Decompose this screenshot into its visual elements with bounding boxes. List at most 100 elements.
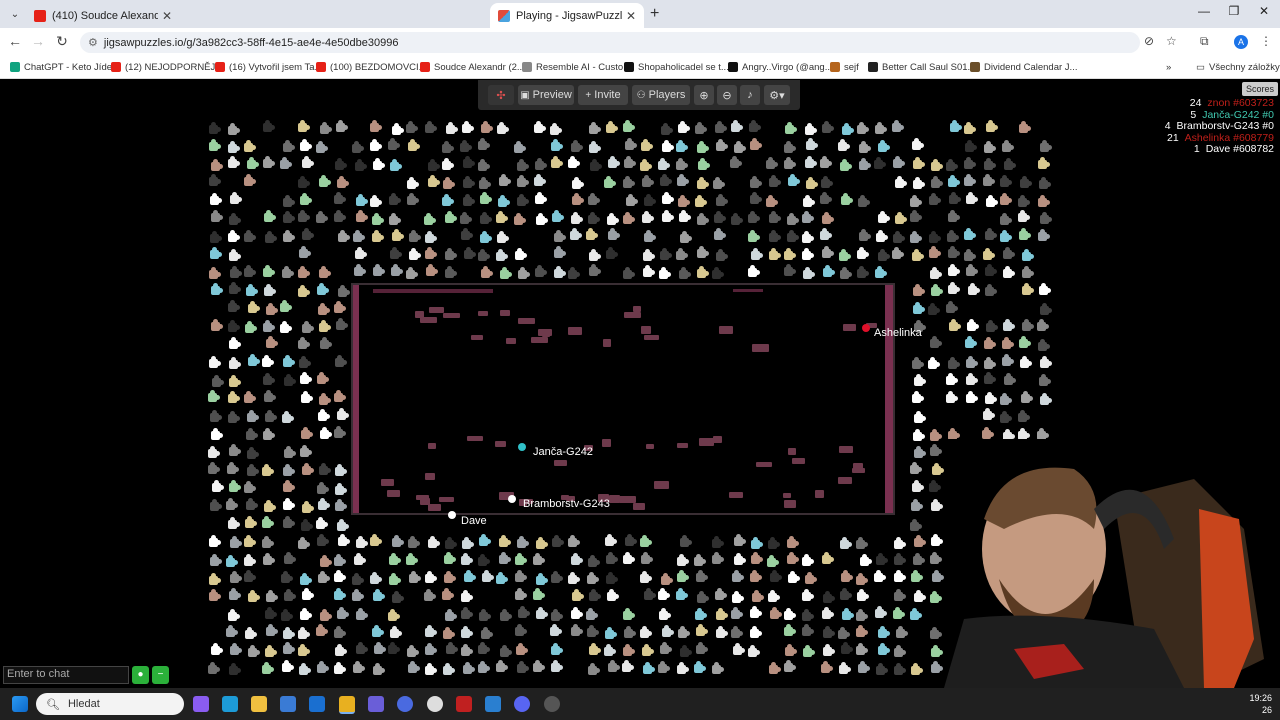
all-bookmarks-folder[interactable]: ▭ Všechny záložky: [1196, 60, 1280, 74]
puzzle-piece[interactable]: [876, 663, 888, 675]
puzzle-piece[interactable]: [208, 462, 220, 474]
puzzle-piece[interactable]: [588, 193, 600, 205]
puzzle-piece[interactable]: [334, 426, 346, 438]
puzzle-piece[interactable]: [856, 573, 868, 585]
puzzle-piece[interactable]: [445, 609, 457, 621]
puzzle-piece[interactable]: [298, 120, 310, 132]
puzzle-piece[interactable]: [392, 535, 404, 547]
puzzle-piece[interactable]: [461, 626, 473, 638]
puzzle-piece[interactable]: [464, 247, 476, 259]
puzzle-piece[interactable]: [716, 139, 728, 151]
puzzle-piece[interactable]: [1020, 176, 1032, 188]
puzzle-piece[interactable]: [266, 590, 278, 602]
puzzle-piece[interactable]: [910, 231, 922, 243]
puzzle-piece[interactable]: [229, 375, 241, 387]
puzzle-piece[interactable]: [770, 607, 782, 619]
puzzle-piece[interactable]: [608, 156, 620, 168]
puzzle-piece[interactable]: [442, 588, 454, 600]
puzzle-piece[interactable]: [857, 266, 869, 278]
puzzle-piece[interactable]: [640, 626, 652, 638]
placed-piece[interactable]: [839, 446, 853, 453]
puzzle-piece[interactable]: [857, 122, 869, 134]
puzzle-piece[interactable]: [840, 588, 852, 600]
puzzle-piece[interactable]: [1000, 193, 1012, 205]
puzzle-piece[interactable]: [334, 570, 346, 582]
puzzle-piece[interactable]: [496, 249, 508, 261]
puzzle-piece[interactable]: [842, 123, 854, 135]
puzzle-piece[interactable]: [623, 212, 635, 224]
puzzle-piece[interactable]: [300, 139, 312, 151]
puzzle-piece[interactable]: [229, 444, 241, 456]
tab-close-icon[interactable]: ✕: [162, 9, 172, 23]
puzzle-piece[interactable]: [895, 212, 907, 224]
puzzle-piece[interactable]: [694, 554, 706, 566]
puzzle-piece[interactable]: [878, 211, 890, 223]
puzzle-piece[interactable]: [300, 372, 312, 384]
puzzle-piece[interactable]: [914, 411, 926, 423]
puzzle-piece[interactable]: [389, 193, 401, 205]
bookmark-item[interactable]: (12) NEJODPORNĚJ...: [111, 60, 223, 74]
puzzle-piece[interactable]: [912, 391, 924, 403]
puzzle-piece[interactable]: [334, 210, 346, 222]
puzzle-piece[interactable]: [680, 535, 692, 547]
puzzle-piece[interactable]: [461, 607, 473, 619]
puzzle-piece[interactable]: [407, 645, 419, 657]
puzzle-piece[interactable]: [787, 552, 799, 564]
puzzle-piece[interactable]: [317, 283, 329, 295]
placed-piece[interactable]: [815, 490, 824, 498]
puzzle-piece[interactable]: [712, 662, 724, 674]
restore-icon[interactable]: ❐: [1220, 4, 1248, 18]
puzzle-piece[interactable]: [352, 589, 364, 601]
puzzle-piece[interactable]: [642, 175, 654, 187]
puzzle-piece[interactable]: [478, 554, 490, 566]
puzzle-piece[interactable]: [1040, 356, 1052, 368]
puzzle-piece[interactable]: [732, 570, 744, 582]
puzzle-piece[interactable]: [677, 174, 689, 186]
puzzle-piece[interactable]: [912, 138, 924, 150]
puzzle-piece[interactable]: [750, 138, 762, 150]
puzzle-piece[interactable]: [247, 410, 259, 422]
placed-piece[interactable]: [428, 443, 436, 449]
puzzle-piece[interactable]: [373, 264, 385, 276]
puzzle-piece[interactable]: [353, 661, 365, 673]
puzzle-piece[interactable]: [859, 158, 871, 170]
puzzle-piece[interactable]: [425, 121, 437, 133]
puzzle-piece[interactable]: [211, 283, 223, 295]
puzzle-piece[interactable]: [209, 267, 221, 279]
puzzle-piece[interactable]: [210, 247, 222, 259]
puzzle-piece[interactable]: [533, 588, 545, 600]
puzzle-piece[interactable]: [228, 391, 240, 403]
puzzle-piece[interactable]: [697, 591, 709, 603]
puzzle-piece[interactable]: [913, 157, 925, 169]
placed-piece[interactable]: [788, 448, 796, 455]
puzzle-piece[interactable]: [644, 230, 656, 242]
puzzle-piece[interactable]: [228, 320, 240, 332]
puzzle-piece[interactable]: [984, 372, 996, 384]
puzzle-piece[interactable]: [445, 211, 457, 223]
puzzle-piece[interactable]: [894, 589, 906, 601]
puzzle-piece[interactable]: [244, 140, 256, 152]
puzzle-piece[interactable]: [966, 391, 978, 403]
puzzle-piece[interactable]: [714, 228, 726, 240]
puzzle-piece[interactable]: [842, 608, 854, 620]
puzzle-piece[interactable]: [373, 158, 385, 170]
puzzle-piece[interactable]: [263, 320, 275, 332]
puzzle-piece[interactable]: [568, 572, 580, 584]
puzzle-piece[interactable]: [1039, 374, 1051, 386]
puzzle-piece[interactable]: [226, 625, 238, 637]
puzzle-piece[interactable]: [986, 120, 998, 132]
puzzle-piece[interactable]: [244, 230, 256, 242]
puzzle-piece[interactable]: [336, 318, 348, 330]
puzzle-piece[interactable]: [805, 156, 817, 168]
puzzle-piece[interactable]: [299, 246, 311, 258]
puzzle-piece[interactable]: [533, 660, 545, 672]
puzzle-piece[interactable]: [662, 140, 674, 152]
puzzle-piece[interactable]: [228, 123, 240, 135]
puzzle-piece[interactable]: [515, 248, 527, 260]
puzzle-piece[interactable]: [408, 536, 420, 548]
puzzle-piece[interactable]: [298, 627, 310, 639]
puzzle-piece[interactable]: [500, 267, 512, 279]
puzzle-piece[interactable]: [982, 427, 994, 439]
puzzle-piece[interactable]: [302, 156, 314, 168]
puzzle-piece[interactable]: [299, 356, 311, 368]
